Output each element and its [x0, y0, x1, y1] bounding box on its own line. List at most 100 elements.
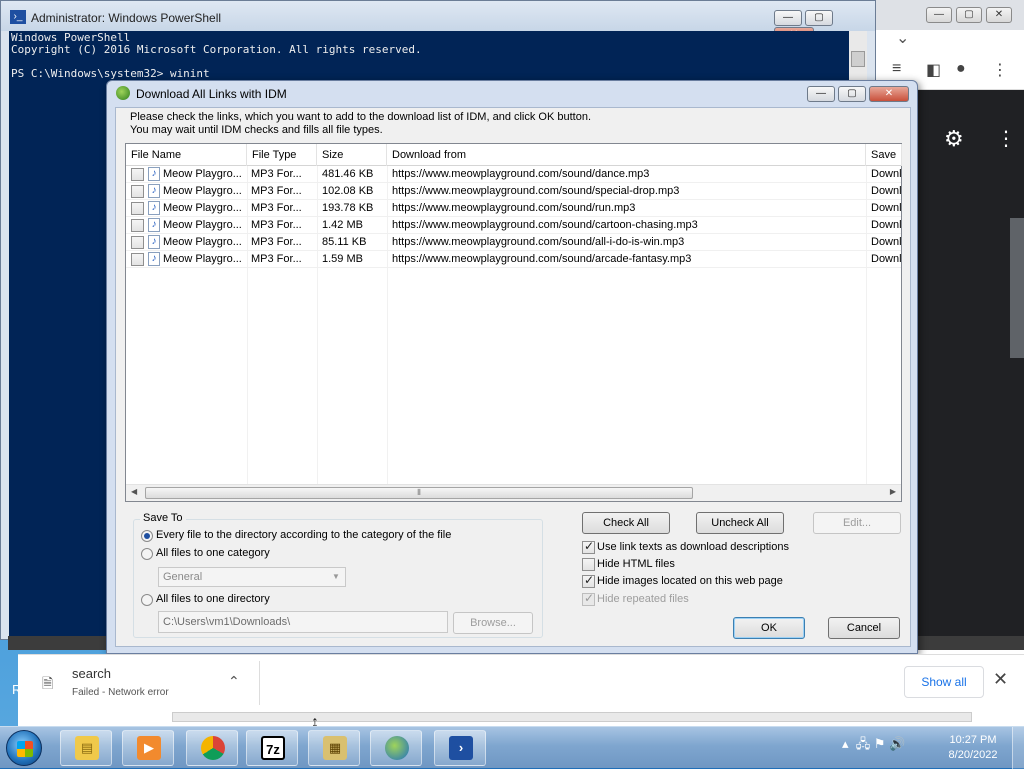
start-button[interactable]: [6, 730, 42, 766]
more-options-icon[interactable]: ⋮: [996, 126, 1016, 151]
maximize-button[interactable]: ▢: [805, 10, 833, 26]
close-icon[interactable]: ✕: [993, 669, 1008, 690]
cancel-button[interactable]: Cancel: [828, 617, 900, 639]
hide-html-label[interactable]: Hide HTML files: [597, 558, 675, 570]
music-file-icon: ♪: [148, 235, 160, 252]
scrollbar-thumb[interactable]: [851, 51, 865, 67]
folder-icon: ▤: [75, 736, 99, 760]
dialog-title: Download All Links with IDM: [136, 87, 287, 101]
taskbar-file-explorer[interactable]: ▤: [60, 730, 112, 766]
hide-images-label[interactable]: Hide images located on this web page: [597, 575, 783, 587]
scroll-left-icon[interactable]: ◀: [131, 487, 137, 496]
minimize-button[interactable]: —: [774, 10, 802, 26]
clock-date: 8/20/2022: [948, 749, 998, 761]
column-save[interactable]: Save: [866, 144, 902, 166]
chrome-menu-icon[interactable]: ⋮: [992, 60, 1008, 80]
instructions: Please check the links, which you want t…: [130, 111, 591, 137]
show-hidden-icons[interactable]: ▴: [842, 736, 849, 751]
dialog-maximize-button[interactable]: ▢: [838, 86, 866, 102]
row-checkbox[interactable]: [131, 168, 144, 181]
reading-list-icon[interactable]: ≡: [892, 60, 901, 78]
taskbar-7zip[interactable]: 7z: [246, 730, 298, 766]
list-rows: ♪ Meow Playgro... MP3 For... 481.46 KB https…: [126, 166, 902, 268]
links-list[interactable]: File Name File Type Size Download from S…: [125, 143, 902, 502]
use-link-texts-checkbox[interactable]: [582, 539, 595, 554]
volume-icon[interactable]: 🔊: [889, 736, 905, 751]
scroll-right-icon[interactable]: ▶: [890, 487, 896, 496]
chevron-up-icon[interactable]: ⌃: [228, 673, 240, 690]
directory-field[interactable]: C:\Users\vm1\Downloads\: [158, 611, 448, 633]
radio-one-directory[interactable]: [141, 594, 153, 606]
show-all-button[interactable]: Show all: [904, 666, 984, 698]
row-save-to: Downl: [871, 202, 902, 214]
dialog-minimize-button[interactable]: —: [807, 86, 835, 102]
powershell-titlebar: ›_ Administrator: Windows PowerShell —▢✕: [1, 1, 875, 43]
radio-one-category[interactable]: [141, 548, 153, 560]
list-item[interactable]: ♪ Meow Playgro... MP3 For... 193.78 KB https…: [126, 200, 902, 217]
clock[interactable]: 10:27 PM 8/20/2022: [942, 733, 1004, 763]
chrome-minimize-button[interactable]: —: [926, 7, 952, 23]
column-download-from[interactable]: Download from: [387, 144, 866, 166]
download-file-name[interactable]: search: [72, 666, 111, 681]
powershell-title: Administrator: Windows PowerShell: [31, 11, 222, 25]
row-download-url: https://www.meowplayground.com/sound/car…: [392, 219, 698, 231]
category-select[interactable]: General ▼: [158, 567, 346, 587]
taskbar-archive-tool[interactable]: ▦: [308, 730, 360, 766]
save-to-legend: Save To: [140, 512, 186, 524]
hide-repeated-label[interactable]: Hide repeated files: [597, 593, 689, 605]
taskbar-media-player[interactable]: ▶: [122, 730, 174, 766]
chrome-scrollbar[interactable]: [1010, 218, 1024, 358]
idm-download-all-links-dialog: Download All Links with IDM — ▢ ✕ Please c…: [106, 80, 918, 654]
row-download-url: https://www.meowplayground.com/sound/run…: [392, 202, 636, 214]
row-checkbox[interactable]: [131, 236, 144, 249]
ok-button[interactable]: OK: [733, 617, 805, 639]
hide-images-checkbox[interactable]: [582, 573, 595, 588]
column-file-type[interactable]: File Type: [247, 144, 317, 166]
hide-repeated-checkbox[interactable]: [582, 591, 595, 606]
show-desktop-button[interactable]: [1012, 727, 1024, 769]
row-file-type: MP3 For...: [251, 168, 302, 180]
side-panel-icon[interactable]: ◧: [926, 60, 941, 80]
action-center-icon[interactable]: ⚑: [874, 736, 886, 751]
list-item[interactable]: ♪ Meow Playgro... MP3 For... 1.59 MB https:/…: [126, 251, 902, 268]
row-file-type: MP3 For...: [251, 202, 302, 214]
chevron-down-icon[interactable]: ⌄: [896, 28, 909, 48]
chevron-down-icon: ▼: [332, 572, 340, 581]
browse-button[interactable]: Browse...: [453, 612, 533, 634]
row-checkbox[interactable]: [131, 219, 144, 232]
row-checkbox[interactable]: [131, 253, 144, 266]
taskbar-powershell[interactable]: ›: [434, 730, 486, 766]
list-item[interactable]: ♪ Meow Playgro... MP3 For... 85.11 KB https:…: [126, 234, 902, 252]
scrollbar-thumb[interactable]: ⦀: [145, 487, 693, 499]
radio-category-directory[interactable]: [141, 530, 153, 542]
chrome-close-button[interactable]: ✕: [986, 7, 1012, 23]
edit-button[interactable]: Edit...: [813, 512, 901, 534]
list-item[interactable]: ♪ Meow Playgro... MP3 For... 481.46 KB https…: [126, 166, 902, 183]
column-size[interactable]: Size: [317, 144, 387, 166]
dialog-close-button[interactable]: ✕: [869, 86, 909, 102]
chrome-maximize-button[interactable]: ▢: [956, 7, 982, 23]
hide-html-checkbox[interactable]: [582, 558, 595, 571]
chrome-horizontal-scrollbar[interactable]: [918, 636, 1024, 650]
gear-icon[interactable]: ⚙: [944, 126, 964, 152]
profile-icon[interactable]: ●: [956, 60, 966, 78]
column-file-name[interactable]: File Name: [126, 144, 247, 166]
radio-one-directory-label[interactable]: All files to one directory: [156, 593, 270, 605]
taskbar-idm[interactable]: [370, 730, 422, 766]
list-item[interactable]: ♪ Meow Playgro... MP3 For... 102.08 KB https…: [126, 183, 902, 200]
category-select-value: General: [163, 571, 203, 583]
row-checkbox[interactable]: [131, 202, 144, 215]
row-checkbox[interactable]: [131, 185, 144, 198]
use-link-texts-label[interactable]: Use link texts as download descriptions: [597, 541, 789, 553]
list-item[interactable]: ♪ Meow Playgro... MP3 For... 1.42 MB https:/…: [126, 217, 902, 235]
radio-category-directory-label[interactable]: Every file to the directory according to…: [156, 529, 451, 541]
radio-one-category-label[interactable]: All files to one category: [156, 547, 270, 559]
music-file-icon: ♪: [148, 218, 160, 235]
chrome-content-panel: ⚙ ⋮: [918, 90, 1024, 636]
check-all-button[interactable]: Check All: [582, 512, 670, 534]
taskbar-chrome[interactable]: [186, 730, 238, 766]
network-icon[interactable]: 🖧: [856, 736, 871, 751]
row-file-name: Meow Playgro...: [163, 185, 242, 197]
list-horizontal-scrollbar[interactable]: ◀ ⦀ ▶: [126, 484, 901, 501]
uncheck-all-button[interactable]: Uncheck All: [696, 512, 784, 534]
